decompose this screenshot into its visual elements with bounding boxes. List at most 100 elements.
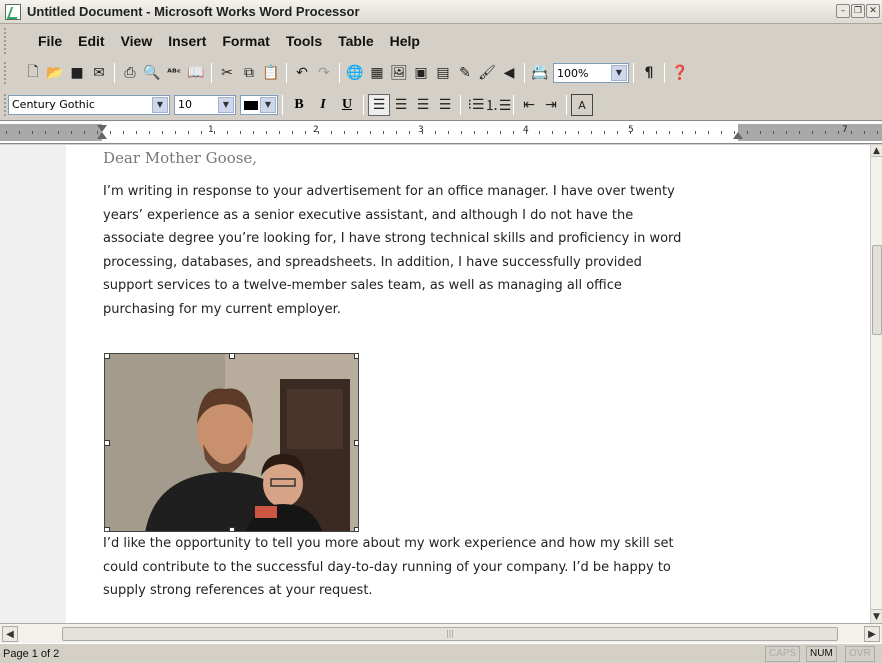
border-icon[interactable]: A: [571, 94, 593, 116]
open-folder-icon[interactable]: 📂: [44, 62, 66, 84]
hyperlink-icon[interactable]: 🌐: [344, 62, 366, 84]
undo-icon[interactable]: ↶: [291, 62, 313, 84]
menu-tools[interactable]: Tools: [278, 30, 330, 52]
ruler-tick: [721, 131, 722, 134]
sound-icon[interactable]: ◀: [498, 62, 520, 84]
zoom-select[interactable]: 100% ▼: [553, 63, 629, 83]
chevron-down-icon[interactable]: ▼: [260, 97, 276, 113]
minimize-button[interactable]: –: [836, 4, 850, 18]
ruler-tick: [97, 131, 98, 134]
resize-handle[interactable]: [105, 354, 110, 359]
chevron-down-icon[interactable]: ▼: [218, 97, 234, 113]
works-app-icon[interactable]: [5, 3, 21, 20]
resize-handle[interactable]: [354, 354, 358, 359]
ruler-tick: [201, 131, 202, 134]
clip-art-icon[interactable]: 🖼: [388, 62, 410, 84]
first-line-indent-marker[interactable]: [97, 125, 107, 132]
toolbar-separator: [211, 63, 212, 83]
spell-check-icon[interactable]: ᴬᴮᶜ: [163, 62, 185, 84]
print-icon[interactable]: ⎙: [119, 62, 141, 84]
bold-button[interactable]: B: [287, 97, 311, 113]
menu-help[interactable]: Help: [382, 30, 428, 52]
thesaurus-icon[interactable]: 📖: [185, 62, 207, 84]
help-icon[interactable]: ❓: [669, 62, 691, 84]
font-name-select[interactable]: Century Gothic ▼: [8, 95, 170, 115]
paragraph-2: I’d like the opportunity to tell you mor…: [103, 532, 783, 603]
bullets-icon[interactable]: ⁝☰: [465, 94, 487, 116]
ruler-number: 1: [208, 125, 214, 135]
document-page[interactable]: Dear Mother Goose, I’m writing in respon…: [66, 145, 870, 623]
menu-view[interactable]: View: [113, 30, 161, 52]
ruler-tick: [58, 131, 59, 134]
chevron-down-icon[interactable]: ▼: [152, 97, 168, 113]
resize-handle[interactable]: [229, 354, 235, 359]
ruler-tick: [383, 131, 384, 134]
resize-handle[interactable]: [354, 440, 358, 446]
redo-icon[interactable]: ↷: [313, 62, 335, 84]
zoom-value: 100%: [557, 66, 589, 80]
scroll-right-icon[interactable]: ▶: [864, 626, 880, 642]
ruler-tick: [474, 131, 475, 134]
chevron-down-icon[interactable]: ▼: [611, 65, 627, 81]
vertical-scroll-thumb[interactable]: [872, 245, 882, 335]
vertical-scrollbar[interactable]: ▲ ▼: [870, 145, 882, 623]
menu-grip[interactable]: [4, 28, 7, 54]
increase-indent-icon[interactable]: ⇥: [540, 94, 562, 116]
close-button[interactable]: ✕: [866, 4, 880, 18]
ruler-tick: [526, 131, 527, 134]
menu-bar: File Edit View Insert Format Tools Table…: [0, 24, 882, 58]
left-indent-marker[interactable]: [97, 132, 107, 139]
decrease-indent-icon[interactable]: ⇤: [518, 94, 540, 116]
toolbar-separator: [460, 95, 461, 115]
underline-button[interactable]: U: [335, 97, 359, 113]
ruler-tick: [409, 131, 410, 134]
print-preview-icon[interactable]: 🔍: [141, 62, 163, 84]
resize-handle[interactable]: [105, 440, 110, 446]
paste-icon[interactable]: 📋: [260, 62, 282, 84]
cut-icon[interactable]: ✂: [216, 62, 238, 84]
insert-picture-icon[interactable]: ▣: [410, 62, 432, 84]
email-icon[interactable]: ✉: [88, 62, 110, 84]
address-book-icon[interactable]: 📇: [529, 62, 551, 84]
font-color-select[interactable]: ▼: [240, 95, 278, 115]
align-left-icon[interactable]: ☰: [368, 94, 390, 116]
menu-file[interactable]: File: [30, 30, 70, 52]
scroll-up-icon[interactable]: ▲: [871, 145, 882, 157]
justify-icon[interactable]: ☰: [434, 94, 456, 116]
insert-table-icon[interactable]: ▦: [366, 62, 388, 84]
ruler[interactable]: 1 2 3 4 5 7: [0, 120, 882, 144]
horizontal-scrollbar[interactable]: ◀ ||| ▶: [0, 623, 882, 643]
scroll-down-icon[interactable]: ▼: [871, 609, 882, 623]
toolbar-separator: [339, 63, 340, 83]
save-icon[interactable]: ■: [66, 62, 88, 84]
menu-edit[interactable]: Edit: [70, 30, 112, 52]
ruler-tick: [240, 131, 241, 134]
ruler-tick: [435, 131, 436, 134]
drawing-icon[interactable]: ✎: [454, 62, 476, 84]
toolbar-separator: [282, 95, 283, 115]
inserted-photo[interactable]: [104, 353, 359, 532]
toolbar-grip[interactable]: [4, 62, 7, 84]
paragraph-mark-icon[interactable]: ¶: [638, 62, 660, 84]
font-size-select[interactable]: 10 ▼: [174, 95, 236, 115]
ruler-tick: [760, 131, 761, 134]
copy-icon[interactable]: ⧉: [238, 62, 260, 84]
menu-insert[interactable]: Insert: [160, 30, 214, 52]
font-size-value: 10: [178, 98, 192, 111]
horizontal-scroll-thumb[interactable]: |||: [62, 627, 838, 641]
insert-chart-icon[interactable]: ▤: [432, 62, 454, 84]
paint-icon[interactable]: 🖌: [476, 62, 498, 84]
align-center-icon[interactable]: ☰: [390, 94, 412, 116]
window-title: Untitled Document - Microsoft Works Word…: [27, 4, 360, 19]
italic-button[interactable]: I: [311, 97, 335, 113]
scroll-left-icon[interactable]: ◀: [2, 626, 18, 642]
menu-format[interactable]: Format: [214, 30, 277, 52]
new-document-icon[interactable]: 🗋: [22, 62, 44, 84]
numbering-icon[interactable]: ⒈☰: [485, 94, 512, 116]
menu-table[interactable]: Table: [330, 30, 382, 52]
align-right-icon[interactable]: ☰: [412, 94, 434, 116]
toolbar-grip[interactable]: [4, 94, 7, 116]
restore-button[interactable]: ❐: [851, 4, 865, 18]
ruler-tick: [266, 131, 267, 134]
toolbar-separator: [664, 63, 665, 83]
